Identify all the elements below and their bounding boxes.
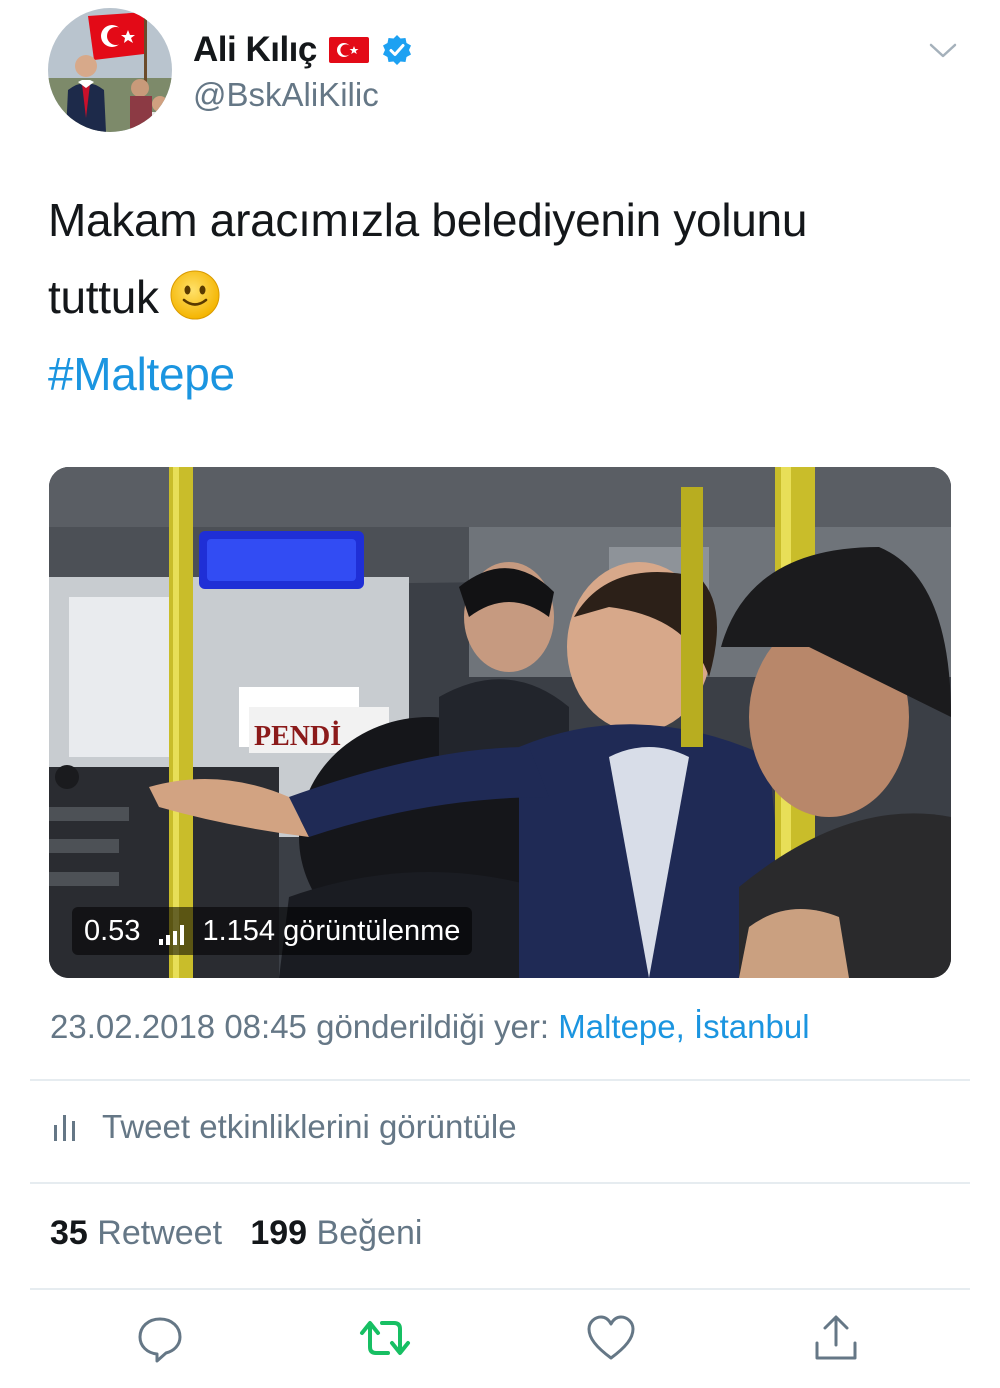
user-handle[interactable]: @BskAliKilic <box>193 76 379 114</box>
verified-badge-icon <box>381 34 413 66</box>
tweet-text-line-1: Makam aracımızla belediyenin yolunu <box>48 194 808 246</box>
turkish-flag-icon <box>328 37 369 63</box>
analytics-icon <box>52 1111 80 1143</box>
divider <box>30 1288 970 1290</box>
action-bar <box>0 1310 1000 1380</box>
location-link[interactable]: Maltepe, İstanbul <box>558 1008 809 1045</box>
tweet-text: Makam aracımızla belediyenin yolunu tutt… <box>48 182 958 413</box>
video-frame: PENDİ <box>49 467 951 978</box>
reply-icon[interactable] <box>132 1310 188 1366</box>
tweet-text-line-2: tuttuk <box>48 259 958 336</box>
video-view-count: 1.154 görüntülenme <box>202 914 461 947</box>
avatar[interactable] <box>48 8 172 132</box>
engagement-stats: 35 Retweet 199 Beğeni <box>50 1214 422 1253</box>
tweet-text-line-2-text: tuttuk <box>48 271 159 323</box>
chevron-down-icon[interactable] <box>928 38 958 62</box>
tweet-header: Ali Kılıç @BskAliKilic <box>48 8 968 138</box>
retweet-label: Retweet <box>97 1214 223 1252</box>
tweet-activity-link[interactable]: Tweet etkinliklerini görüntüle <box>52 1108 517 1146</box>
view-count-bars-icon <box>158 920 185 945</box>
slightly-smiling-face-icon <box>169 267 221 320</box>
like-heart-icon[interactable] <box>583 1310 639 1366</box>
timestamp: 23.02.2018 08:45 <box>50 1008 307 1045</box>
likes-stat[interactable]: 199 Beğeni <box>250 1214 422 1252</box>
divider <box>30 1182 970 1184</box>
tweet-meta: 23.02.2018 08:45 gönderildiği yer: Malte… <box>50 1008 810 1046</box>
like-label: Beğeni <box>316 1214 423 1252</box>
video-meta-overlay: 0.53 1.154 görüntülenme <box>72 907 473 955</box>
display-name[interactable]: Ali Kılıç <box>193 30 317 70</box>
video-duration: 0.53 <box>84 914 141 947</box>
hashtag-link[interactable]: #Maltepe <box>48 336 958 413</box>
tweet-activity-label: Tweet etkinliklerini görüntüle <box>102 1108 517 1145</box>
divider <box>30 1079 970 1081</box>
bus-sign-text: PENDİ <box>254 721 341 752</box>
video-player[interactable]: PENDİ <box>49 467 951 978</box>
retweet-icon[interactable] <box>357 1310 413 1366</box>
share-icon[interactable] <box>808 1310 864 1366</box>
location-prefix: gönderildiği yer: <box>316 1008 550 1045</box>
like-count: 199 <box>250 1214 308 1252</box>
retweets-stat[interactable]: 35 Retweet <box>50 1214 222 1252</box>
name-row: Ali Kılıç <box>193 30 413 70</box>
retweet-count: 35 <box>50 1214 88 1252</box>
